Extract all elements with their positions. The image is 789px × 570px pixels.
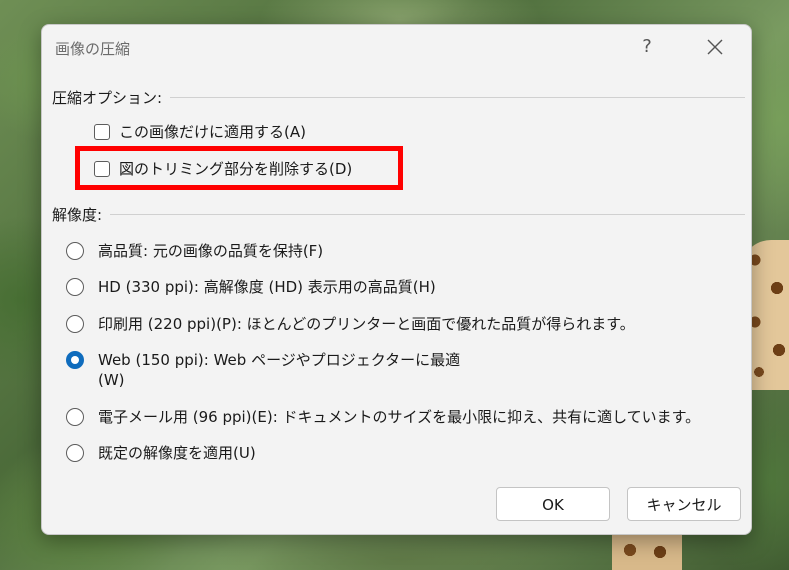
resolution-option-default[interactable]: 既定の解像度を適用(U) <box>66 443 256 463</box>
resolution-option-high-fidelity[interactable]: 高品質: 元の画像の品質を保持(F) <box>66 241 323 261</box>
resolution-label: 解像度: <box>52 205 103 224</box>
dialog-title: 画像の圧縮 <box>55 40 131 58</box>
resolution-option-print[interactable]: 印刷用 (220 ppi)(P): ほとんどのプリンターと画面で優れた品質が得ら… <box>66 314 635 334</box>
giraffe-neck-image <box>612 530 682 570</box>
resolution-option-label: 既定の解像度を適用(U) <box>98 444 256 462</box>
radio-button[interactable] <box>66 408 84 426</box>
resolution-option-hd[interactable]: HD (330 ppi): 高解像度 (HD) 表示用の高品質(H) <box>66 277 436 297</box>
title-bar: 画像の圧縮 ? <box>42 25 751 71</box>
section-divider <box>110 213 745 215</box>
resolution-option-label: 電子メール用 (96 ppi)(E): ドキュメントのサイズを最小限に抑え、共有… <box>98 408 701 426</box>
resolution-option-label: 高品質: 元の画像の品質を保持(F) <box>98 242 324 260</box>
ok-button[interactable]: OK <box>496 487 610 521</box>
apply-only-this-checkbox[interactable] <box>94 124 110 140</box>
resolution-option-label: Web (150 ppi): Web ページやプロジェクターに最適(W) <box>98 351 461 389</box>
apply-only-this-picture-option[interactable]: この画像だけに適用する(A) <box>94 122 306 142</box>
compression-options-label: 圧縮オプション: <box>52 88 163 107</box>
cancel-button[interactable]: キャンセル <box>627 487 741 521</box>
resolution-option-label: HD (330 ppi): 高解像度 (HD) 表示用の高品質(H) <box>98 278 436 296</box>
resolution-option-email[interactable]: 電子メール用 (96 ppi)(E): ドキュメントのサイズを最小限に抑え、共有… <box>66 407 700 427</box>
close-button[interactable] <box>704 36 726 58</box>
radio-button[interactable] <box>66 242 84 260</box>
resolution-option-web[interactable]: Web (150 ppi): Web ページやプロジェクターに最適(W) <box>66 350 478 390</box>
radio-button[interactable] <box>66 315 84 333</box>
close-icon <box>707 39 723 55</box>
resolution-option-label: 印刷用 (220 ppi)(P): ほとんどのプリンターと画面で優れた品質が得ら… <box>98 315 635 333</box>
radio-button[interactable] <box>66 444 84 462</box>
highlight-annotation-box <box>75 146 403 190</box>
radio-button[interactable] <box>66 278 84 296</box>
apply-only-this-label: この画像だけに適用する(A) <box>119 123 306 141</box>
help-button[interactable]: ? <box>636 34 658 60</box>
compress-pictures-dialog: 画像の圧縮 ? 圧縮オプション: この画像だけに適用する(A) 図のトリミング部… <box>41 24 752 535</box>
radio-button-selected[interactable] <box>66 351 84 369</box>
resolution-header: 解像度: <box>52 204 745 224</box>
section-divider <box>170 96 745 98</box>
compression-options-header: 圧縮オプション: <box>52 87 745 107</box>
